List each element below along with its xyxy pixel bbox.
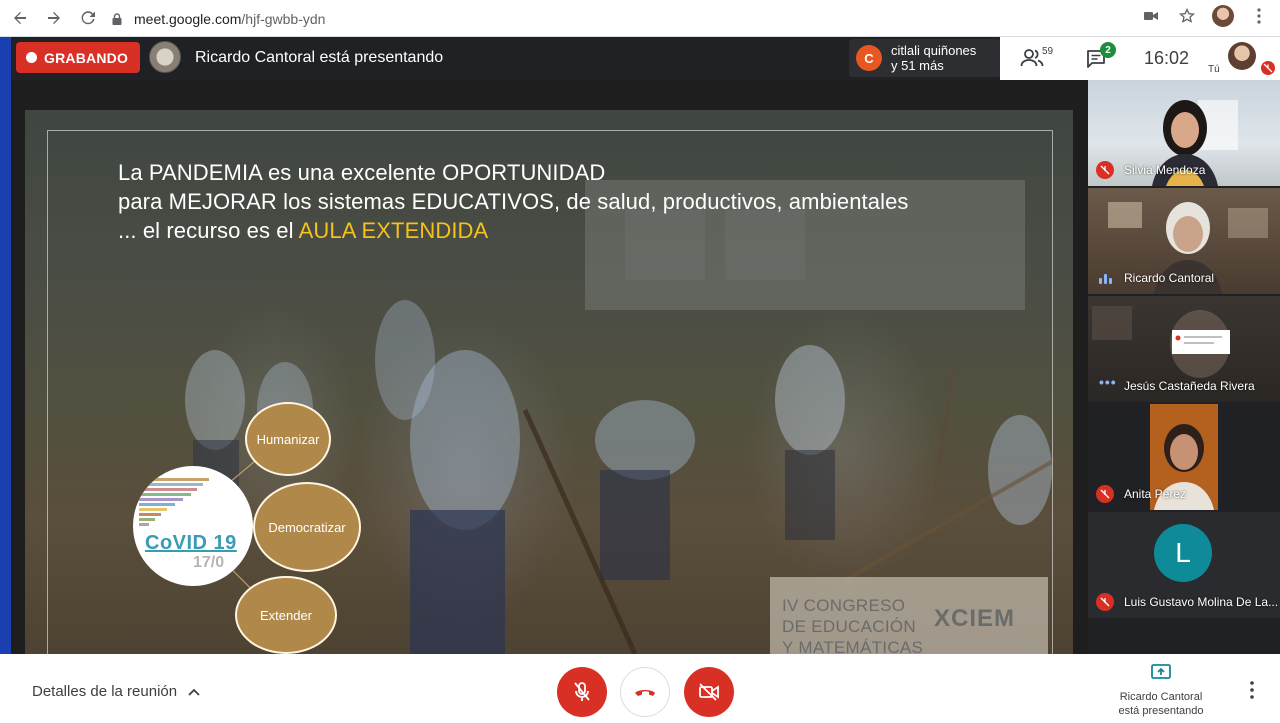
- mic-off-icon: [1096, 593, 1114, 611]
- congress-banner: IV CONGRESO DE EDUCACIÓN Y MATEMÁTICAS X…: [770, 577, 1048, 654]
- chat-notification[interactable]: C citlali quiñones y 51 más: [849, 39, 1001, 77]
- more-options-icon[interactable]: [1244, 680, 1260, 700]
- recording-label: GRABANDO: [44, 49, 129, 66]
- chevron-up-icon: [188, 688, 200, 696]
- participant-tile[interactable]: Ricardo Cantoral: [1088, 188, 1280, 294]
- left-accent-strip: [0, 37, 11, 654]
- leave-call-button[interactable]: [620, 667, 670, 717]
- bubble-humanizar: Humanizar: [245, 402, 331, 476]
- recording-dot-icon: [26, 52, 37, 63]
- mic-off-icon: [1096, 161, 1114, 179]
- browser-menu-icon[interactable]: [1248, 5, 1270, 27]
- participant-name: Ricardo Cantoral: [1124, 271, 1215, 285]
- url-host: meet.google.com: [134, 10, 242, 27]
- meeting-details-button[interactable]: Detalles de la reunión: [32, 683, 201, 700]
- presentation-slide: La PANDEMIA es una excelente OPORTUNIDAD…: [25, 110, 1073, 654]
- chat-sender-name: citlali quiñones: [891, 43, 977, 58]
- bookmark-star-icon[interactable]: [1176, 5, 1198, 27]
- presenter-status: Ricardo Cantoral está presentando: [195, 49, 444, 66]
- participant-name: Anita Perez: [1124, 487, 1187, 501]
- presenting-status-button[interactable]: Ricardo Cantoral está presentando: [1110, 664, 1212, 718]
- camera-permission-icon[interactable]: [1140, 5, 1162, 27]
- reload-icon[interactable]: [74, 4, 102, 32]
- participants-panel: Silvia Mendoza Ricardo Cantoral ••• Jesú…: [1088, 80, 1280, 654]
- browser-toolbar: meet.google.com/hjf-gwbb-ydn: [0, 0, 1280, 37]
- slide-title-line-1: La PANDEMIA es una excelente OPORTUNIDAD: [118, 160, 606, 185]
- meet-top-controls: 59 2 16:02 Tú: [1000, 37, 1280, 80]
- mic-off-icon: [1096, 485, 1114, 503]
- slide-title-line-3: ... el recurso es el: [118, 218, 299, 243]
- camera-toggle-button[interactable]: [684, 667, 734, 717]
- participant-name: Jesús Castañeda Rivera: [1124, 379, 1255, 393]
- covid-title: CoVID 19: [145, 532, 237, 554]
- back-arrow-icon[interactable]: [6, 4, 34, 32]
- congress-line-2: DE EDUCACIÓN: [782, 617, 916, 636]
- more-options-icon: •••: [1099, 374, 1117, 390]
- participant-tile[interactable]: Silvia Mendoza: [1088, 80, 1280, 186]
- meet-bottom-bar: Detalles de la reunión Ricardo Cantoral …: [0, 654, 1280, 723]
- speaking-indicator-icon: [1099, 274, 1112, 284]
- congress-line-1: IV CONGRESO: [782, 596, 906, 615]
- lock-icon: [112, 12, 122, 25]
- chat-sender-avatar: C: [856, 45, 882, 71]
- mic-off-icon: [574, 682, 590, 701]
- chat-unread-badge: 2: [1100, 42, 1116, 58]
- address-bar[interactable]: meet.google.com/hjf-gwbb-ydn: [110, 5, 1150, 32]
- bubble-extender: Extender: [235, 576, 337, 654]
- camera-off-icon: [699, 683, 719, 701]
- covid-chart-thumbnail: CoVID 19 17/0: [133, 466, 253, 586]
- presentation-stage: La PANDEMIA es una excelente OPORTUNIDAD…: [11, 80, 1088, 654]
- congress-line-3: Y MATEMÁTICAS: [782, 638, 924, 654]
- url-path: /hjf-gwbb-ydn: [241, 10, 326, 27]
- congress-logo: XCIEM: [934, 605, 1016, 632]
- recording-badge[interactable]: GRABANDO: [16, 42, 141, 73]
- microphone-toggle-button[interactable]: [557, 667, 607, 717]
- self-label: Tú: [1208, 64, 1220, 75]
- hang-up-icon: [635, 690, 655, 696]
- presenting-line-2: está presentando: [1118, 705, 1204, 717]
- presenting-line-1: Ricardo Cantoral: [1119, 691, 1203, 703]
- slide-title-accent: AULA EXTENDIDA: [298, 218, 489, 243]
- participant-tile[interactable]: Anita Perez: [1088, 404, 1280, 510]
- participant-name: Luis Gustavo Molina De La...: [1124, 595, 1279, 609]
- self-mic-off-icon: [1261, 61, 1275, 75]
- participant-tile[interactable]: L Luis Gustavo Molina De La...: [1088, 512, 1280, 618]
- participant-name: Silvia Mendoza: [1124, 163, 1206, 177]
- chat-sender-more: y 51 más: [891, 58, 944, 73]
- slide-title: La PANDEMIA es una excelente OPORTUNIDAD…: [118, 158, 909, 245]
- meeting-details-label: Detalles de la reunión: [32, 683, 178, 700]
- slide-title-line-2: para MEJORAR los sistemas EDUCATIVOS, de…: [118, 189, 909, 214]
- bubble-democratizar: Democratizar: [253, 482, 361, 572]
- participant-tile[interactable]: ••• Jesús Castañeda Rivera: [1088, 296, 1280, 402]
- covid-bar-race-image: [139, 478, 209, 526]
- forward-arrow-icon[interactable]: [40, 4, 68, 32]
- clock: 16:02: [1144, 48, 1190, 68]
- participants-count: 59: [1042, 46, 1054, 57]
- profile-avatar[interactable]: [1212, 5, 1234, 27]
- present-screen-icon: [1151, 664, 1171, 679]
- people-icon[interactable]: [1020, 48, 1044, 68]
- participant-avatar: L: [1154, 524, 1212, 582]
- self-video-thumbnail[interactable]: [1228, 42, 1256, 70]
- presenter-avatar: [149, 41, 181, 73]
- covid-date: 17/0: [193, 554, 225, 571]
